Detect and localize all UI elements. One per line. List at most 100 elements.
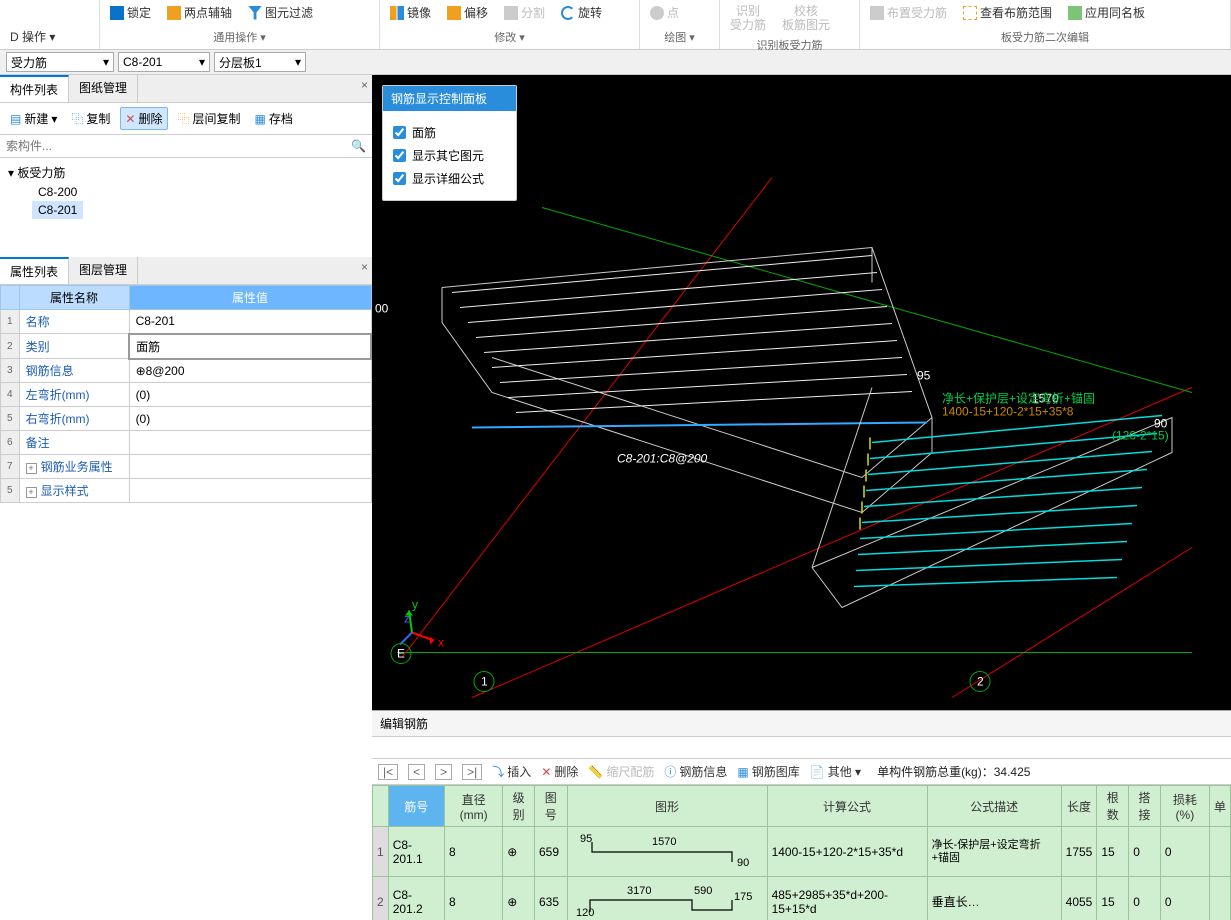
tab-layers[interactable]: 图层管理 xyxy=(69,257,138,284)
recog-force-button: 识别 受力筋 xyxy=(726,2,770,35)
funnel-icon xyxy=(248,6,262,20)
prop-value[interactable]: C8-201 xyxy=(129,310,371,334)
apply-same-button[interactable]: 应用同名板 xyxy=(1064,2,1149,23)
mirror-button[interactable]: 镜像 xyxy=(386,2,435,23)
new-icon: ▤ xyxy=(10,112,21,126)
member-name-dropdown[interactable]: C8-201▾ xyxy=(118,52,210,72)
prop-header-value: 属性值 xyxy=(129,286,371,310)
context-dropdown-row: 受力筋▾ C8-201▾ 分层板1▾ xyxy=(0,50,1231,75)
view-range-button[interactable]: 查看布筋范围 xyxy=(959,2,1056,23)
offset-button[interactable]: 偏移 xyxy=(443,2,492,23)
layout-icon xyxy=(870,6,884,20)
page-icon: 📄 xyxy=(810,765,825,779)
two-point-aux-button[interactable]: 两点辅轴 xyxy=(163,2,236,23)
svg-text:175: 175 xyxy=(734,891,752,903)
member-type-dropdown[interactable]: 受力筋▾ xyxy=(6,52,114,72)
col-dia[interactable]: 直径(mm) xyxy=(444,786,502,827)
new-button[interactable]: ▤新建 ▾ xyxy=(6,107,61,130)
prop-group[interactable]: +钢筋业务属性 xyxy=(19,455,129,479)
table-row[interactable]: 2 C8-201.2 8 ⊕ 635 120 3170 590 175 485+… xyxy=(373,877,1231,920)
svg-text:3170: 3170 xyxy=(627,885,651,897)
col-shape[interactable]: 图形 xyxy=(567,786,767,827)
sublayer-dropdown[interactable]: 分层板1▾ xyxy=(214,52,306,72)
nav-next[interactable]: > xyxy=(435,764,452,780)
svg-text:C8-201:C8@200: C8-201:C8@200 xyxy=(617,452,708,466)
svg-text:y: y xyxy=(412,598,418,612)
lock-button[interactable]: 锁定 xyxy=(106,2,155,23)
close-prop-icon[interactable]: × xyxy=(361,260,368,274)
group-label-secondary-edit: 板受力筋二次编辑 xyxy=(866,27,1224,47)
col-formula[interactable]: 计算公式 xyxy=(767,786,927,827)
prop-value[interactable]: (0) xyxy=(129,383,371,407)
prop-value[interactable]: (0) xyxy=(129,407,371,431)
tree-item[interactable]: C8-200 xyxy=(0,183,372,201)
col-shape-no[interactable]: 图号 xyxy=(534,786,567,827)
split-icon xyxy=(504,6,518,20)
col-code[interactable]: 筋号 xyxy=(388,786,444,827)
expand-icon[interactable]: + xyxy=(26,463,37,474)
delete-icon: ✕ xyxy=(541,765,551,779)
nav-first[interactable]: |< xyxy=(378,764,398,780)
delete-row-button[interactable]: ✕删除 xyxy=(541,763,578,780)
point-icon xyxy=(650,6,664,20)
svg-text:1400-15+120-2*15+35*8: 1400-15+120-2*15+35*8 xyxy=(942,405,1074,419)
col-len[interactable]: 长度 xyxy=(1061,786,1097,827)
tab-components[interactable]: 构件列表 xyxy=(0,75,69,102)
group-label-modify[interactable]: 修改 ▾ xyxy=(386,27,633,47)
col-grade[interactable]: 级别 xyxy=(503,786,535,827)
filter-button[interactable]: 图元过滤 xyxy=(244,2,317,23)
prop-name: 名称 xyxy=(19,310,129,334)
col-lap[interactable]: 搭接 xyxy=(1129,786,1161,827)
rebar-lib-button[interactable]: ▦钢筋图库 xyxy=(737,763,799,780)
insert-icon: ⤵ xyxy=(492,763,504,780)
col-unit[interactable]: 单 xyxy=(1209,786,1230,827)
nav-last[interactable]: >| xyxy=(462,764,482,780)
insert-button[interactable]: ⤵插入 xyxy=(492,763,531,780)
rebar-editor-dock: 编辑钢筋 |< < > >| ⤵插入 ✕删除 📏缩尺配筋 ⓘ钢筋信息 ▦钢筋图库… xyxy=(372,710,1231,920)
chevron-down-icon: ▾ xyxy=(103,55,109,69)
tree-item-selected[interactable]: C8-201 xyxy=(32,201,83,219)
total-weight-label: 单构件钢筋总重(kg)：34.425 xyxy=(877,763,1030,780)
nav-prev[interactable]: < xyxy=(408,764,425,780)
tab-properties[interactable]: 属性列表 xyxy=(0,257,69,284)
rotate-button[interactable]: 旋转 xyxy=(557,2,606,23)
property-table: 属性名称属性值 1名称C8-201 2类别面筋 3钢筋信息⊕8@200 4左弯折… xyxy=(0,285,372,503)
copy-icon: ⿻ xyxy=(71,110,83,127)
prop-value[interactable]: ⊕8@200 xyxy=(129,359,371,383)
prop-group[interactable]: +显示样式 xyxy=(19,479,129,503)
archive-button[interactable]: ▦存档 xyxy=(251,107,297,130)
expand-icon[interactable]: + xyxy=(26,487,37,498)
prop-header-name: 属性名称 xyxy=(19,286,129,310)
d-ops-menu[interactable]: D 操作 ▾ xyxy=(6,26,93,47)
prop-name: 右弯折(mm) xyxy=(19,407,129,431)
copy-button[interactable]: ⿻复制 xyxy=(67,107,114,130)
split-button: 分割 xyxy=(500,2,549,23)
svg-text:120: 120 xyxy=(576,907,594,919)
close-panel-icon[interactable]: × xyxy=(361,78,368,92)
mirror-icon xyxy=(390,6,404,20)
delete-button[interactable]: ✕删除 xyxy=(120,107,167,130)
prop-value[interactable] xyxy=(129,431,371,455)
group-label-draw[interactable]: 绘图 ▾ xyxy=(646,27,713,47)
other-menu[interactable]: 📄其他 ▾ xyxy=(810,763,861,780)
prop-name: 备注 xyxy=(19,431,129,455)
group-label-common[interactable]: 通用操作 ▾ xyxy=(106,27,373,47)
prop-value[interactable]: 面筋 xyxy=(129,334,371,359)
component-tree: ▾ 板受力筋 C8-200 C8-201 xyxy=(0,158,372,223)
col-loss[interactable]: 损耗(%) xyxy=(1160,786,1209,827)
3d-viewport[interactable]: 钢筋显示控制面板 面筋 显示其它图元 显示详细公式 xyxy=(372,75,1231,710)
ribbon: D 操作 ▾ 锁定 两点辅轴 图元过滤 通用操作 ▾ 镜像 偏移 分割 旋转 修… xyxy=(0,0,1231,50)
lock-icon xyxy=(110,6,124,20)
tree-root[interactable]: ▾ 板受力筋 xyxy=(0,162,372,183)
search-icon[interactable]: 🔍 xyxy=(351,139,366,153)
col-qty[interactable]: 根数 xyxy=(1097,786,1129,827)
prop-name: 钢筋信息 xyxy=(19,359,129,383)
table-row[interactable]: 1 C8-201.1 8 ⊕ 659 95 1570 90 1400-15+12… xyxy=(373,827,1231,877)
search-input[interactable] xyxy=(6,139,351,153)
tab-drawings[interactable]: 图纸管理 xyxy=(69,75,138,102)
floor-copy-button[interactable]: ⿻层间复制 xyxy=(174,107,245,130)
rebar-info-button[interactable]: ⓘ钢筋信息 xyxy=(664,763,727,780)
col-desc[interactable]: 公式描述 xyxy=(927,786,1061,827)
svg-text:E: E xyxy=(397,647,405,661)
aux-axis-icon xyxy=(167,6,181,20)
